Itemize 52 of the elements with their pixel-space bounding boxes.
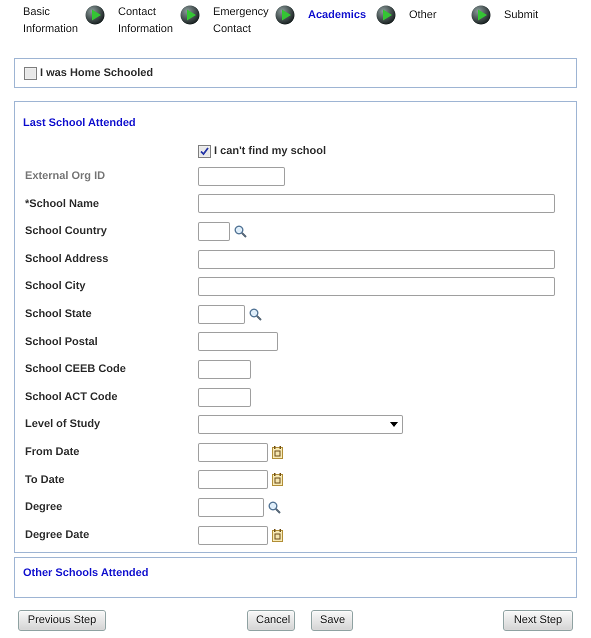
field-label: School State — [24, 307, 93, 322]
previous-step-button[interactable]: Previous Step — [18, 610, 106, 631]
date-field[interactable] — [198, 470, 268, 490]
field-label: From Date — [24, 444, 80, 460]
field-label: School City — [24, 279, 87, 294]
step-link[interactable]: Basic Information — [23, 4, 85, 38]
input-field[interactable] — [198, 277, 555, 296]
search-icon[interactable] — [268, 500, 281, 514]
step-link[interactable]: Emergency Contact — [213, 4, 275, 38]
date-field[interactable] — [198, 442, 268, 462]
step-link[interactable]: Academics — [308, 4, 376, 24]
field-label: Degree — [24, 500, 64, 516]
field-label: Degree Date — [24, 528, 90, 543]
input-field[interactable] — [198, 388, 251, 407]
checkmark-icon — [200, 147, 209, 156]
field-label: Level of Study — [24, 417, 102, 432]
input-field[interactable] — [198, 222, 230, 241]
field-label: *School Name — [24, 196, 100, 212]
field-label: School Country — [24, 224, 108, 240]
save-button[interactable]: Save — [311, 610, 353, 631]
step-link[interactable]: Submit — [504, 4, 566, 24]
checkbox[interactable] — [198, 145, 211, 158]
input-field[interactable] — [198, 304, 245, 324]
section-title: Other Schools Attended — [22, 566, 150, 581]
calendar-icon[interactable] — [272, 528, 283, 542]
search-icon[interactable] — [249, 308, 262, 321]
input-field[interactable] — [198, 166, 285, 186]
field-label: School Postal — [24, 334, 99, 350]
input-field[interactable] — [198, 498, 264, 517]
field-label: To Date — [24, 472, 66, 488]
cancel-button[interactable]: Cancel — [247, 610, 295, 631]
field-label: School Address — [24, 252, 110, 267]
calendar-icon[interactable] — [272, 446, 283, 459]
step-link[interactable]: Contact Information — [118, 4, 180, 38]
checkbox-label: I was Home Schooled — [40, 66, 154, 81]
checkbox-label: I can't find my school — [214, 144, 326, 160]
section-title: Last School Attended — [22, 116, 137, 131]
input-field[interactable] — [198, 250, 555, 269]
next-step-button[interactable]: Next Step — [503, 610, 573, 631]
field-label: School CEEB Code — [24, 362, 127, 378]
dropdown-field[interactable] — [198, 415, 403, 434]
field-label: School ACT Code — [24, 390, 118, 405]
field-label: External Org ID — [24, 169, 106, 184]
calendar-icon[interactable] — [272, 473, 283, 486]
checkbox[interactable] — [24, 66, 37, 80]
search-icon[interactable] — [234, 224, 247, 238]
input-field[interactable] — [198, 332, 278, 352]
input-field[interactable] — [198, 360, 251, 379]
date-field[interactable] — [198, 526, 268, 545]
dropdown-arrow-icon — [390, 422, 398, 428]
step-link[interactable]: Other — [409, 4, 471, 24]
input-field[interactable] — [198, 194, 555, 214]
